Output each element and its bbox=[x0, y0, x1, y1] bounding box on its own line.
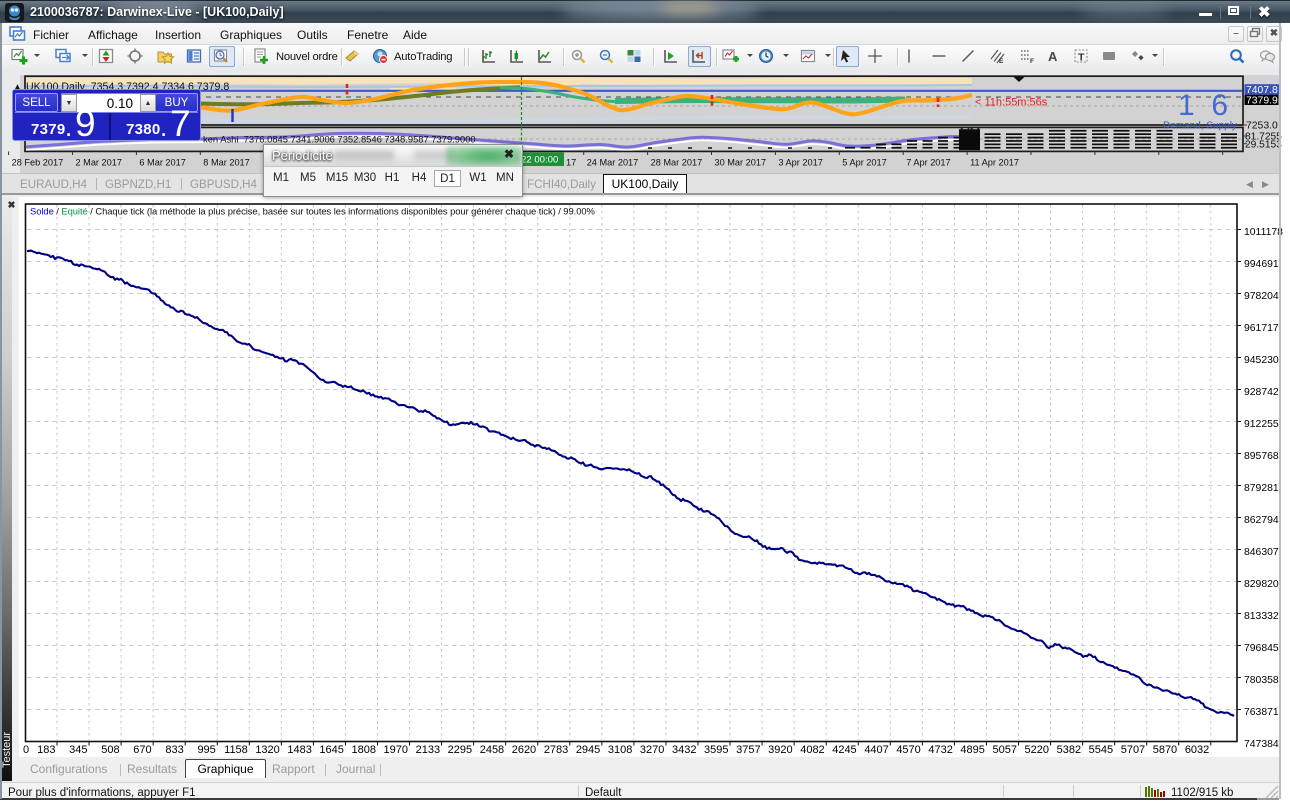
svg-text:1 6: 1 6 bbox=[1178, 89, 1228, 122]
svg-text:11 Apr 2017: 11 Apr 2017 bbox=[970, 158, 1019, 168]
svg-text:1808: 1808 bbox=[352, 744, 376, 756]
svg-text:22 00:00: 22 00:00 bbox=[521, 155, 558, 166]
svg-text:4570: 4570 bbox=[896, 744, 920, 756]
svg-text:780358: 780358 bbox=[1244, 675, 1279, 686]
svg-text:895768: 895768 bbox=[1244, 451, 1279, 462]
svg-text:183: 183 bbox=[37, 744, 55, 756]
svg-text:747384: 747384 bbox=[1244, 739, 1279, 750]
svg-text:30 Mar 2017: 30 Mar 2017 bbox=[715, 158, 767, 168]
svg-text:7253.0: 7253.0 bbox=[1246, 121, 1278, 132]
svg-text:763871: 763871 bbox=[1244, 707, 1279, 718]
svg-text:978204: 978204 bbox=[1244, 291, 1279, 302]
svg-text:2133: 2133 bbox=[416, 744, 440, 756]
svg-text:2620: 2620 bbox=[512, 744, 536, 756]
svg-text:1320: 1320 bbox=[255, 744, 279, 756]
svg-text:1011178: 1011178 bbox=[1244, 227, 1283, 238]
svg-text:813332: 813332 bbox=[1244, 611, 1279, 622]
svg-text:1970: 1970 bbox=[384, 744, 408, 756]
svg-text:5870: 5870 bbox=[1153, 744, 1177, 756]
svg-text:28 Feb 2017: 28 Feb 2017 bbox=[12, 158, 64, 168]
svg-text:670: 670 bbox=[133, 744, 151, 756]
svg-text:2 Mar 2017: 2 Mar 2017 bbox=[76, 158, 122, 168]
svg-text:862794: 862794 bbox=[1244, 515, 1279, 526]
svg-text:2458: 2458 bbox=[480, 744, 504, 756]
svg-text:1483: 1483 bbox=[287, 744, 311, 756]
svg-text:3595: 3595 bbox=[704, 744, 728, 756]
svg-text:3920: 3920 bbox=[768, 744, 792, 756]
svg-text:< 11h:55m:56s: < 11h:55m:56s bbox=[975, 97, 1048, 109]
svg-text:2783: 2783 bbox=[544, 744, 568, 756]
svg-text:T: T bbox=[1078, 52, 1085, 64]
svg-text:3270: 3270 bbox=[640, 744, 664, 756]
svg-text:4732: 4732 bbox=[928, 744, 952, 756]
svg-text:7 Apr 2017: 7 Apr 2017 bbox=[906, 158, 950, 168]
svg-text:796845: 796845 bbox=[1244, 643, 1279, 654]
svg-text:995: 995 bbox=[197, 744, 215, 756]
svg-text:6032: 6032 bbox=[1185, 744, 1209, 756]
svg-text:24 Mar 2017: 24 Mar 2017 bbox=[587, 158, 639, 168]
svg-text:5 Apr 2017: 5 Apr 2017 bbox=[842, 158, 886, 168]
svg-text:3757: 3757 bbox=[736, 744, 760, 756]
svg-text:833: 833 bbox=[165, 744, 183, 756]
svg-text:1645: 1645 bbox=[319, 744, 343, 756]
svg-text:4407: 4407 bbox=[864, 744, 888, 756]
svg-text:5057: 5057 bbox=[993, 744, 1017, 756]
svg-text:0: 0 bbox=[23, 744, 29, 756]
svg-text:2295: 2295 bbox=[448, 744, 472, 756]
svg-text:4895: 4895 bbox=[960, 744, 984, 756]
svg-text:29.5153: 29.5153 bbox=[1245, 140, 1282, 151]
svg-text:961717: 961717 bbox=[1244, 323, 1279, 334]
svg-text:945230: 945230 bbox=[1244, 355, 1279, 366]
svg-text:2945: 2945 bbox=[576, 744, 600, 756]
svg-text:17: 17 bbox=[566, 158, 576, 168]
svg-text:846307: 846307 bbox=[1244, 547, 1279, 558]
svg-text:5707: 5707 bbox=[1121, 744, 1145, 756]
svg-text:F: F bbox=[1030, 58, 1034, 65]
svg-text:Demand, Supply: Demand, Supply bbox=[1163, 121, 1237, 132]
svg-text:879281: 879281 bbox=[1244, 483, 1279, 494]
svg-text:3432: 3432 bbox=[672, 744, 696, 756]
svg-text:Solde / Equité / Chaque tick (: Solde / Equité / Chaque tick (la méthode… bbox=[30, 206, 595, 217]
svg-text:508: 508 bbox=[101, 744, 119, 756]
svg-text:7379.9: 7379.9 bbox=[1246, 95, 1278, 106]
svg-text:829820: 829820 bbox=[1244, 579, 1279, 590]
svg-text:4245: 4245 bbox=[832, 744, 856, 756]
svg-text:5545: 5545 bbox=[1089, 744, 1113, 756]
svg-text:912255: 912255 bbox=[1244, 419, 1279, 430]
svg-text:8 Mar 2017: 8 Mar 2017 bbox=[203, 158, 249, 168]
svg-text:E: E bbox=[999, 58, 1004, 65]
svg-text:5382: 5382 bbox=[1057, 744, 1081, 756]
svg-text:A: A bbox=[1048, 49, 1058, 64]
svg-text:1158: 1158 bbox=[224, 744, 248, 756]
svg-text:ken Ashi 7376.0845 7341.9006: ken Ashi 7376.0845 7341.9006 7352.8546 7… bbox=[203, 134, 476, 145]
svg-text:3108: 3108 bbox=[608, 744, 632, 756]
svg-text:3 Apr 2017: 3 Apr 2017 bbox=[778, 158, 822, 168]
svg-text:4082: 4082 bbox=[800, 744, 824, 756]
svg-text:6 Mar 2017: 6 Mar 2017 bbox=[139, 158, 185, 168]
svg-text:28 Mar 2017: 28 Mar 2017 bbox=[651, 158, 703, 168]
svg-text:994691: 994691 bbox=[1244, 259, 1279, 270]
svg-text:5220: 5220 bbox=[1025, 744, 1049, 756]
svg-text:928742: 928742 bbox=[1244, 387, 1279, 398]
svg-text:345: 345 bbox=[69, 744, 87, 756]
